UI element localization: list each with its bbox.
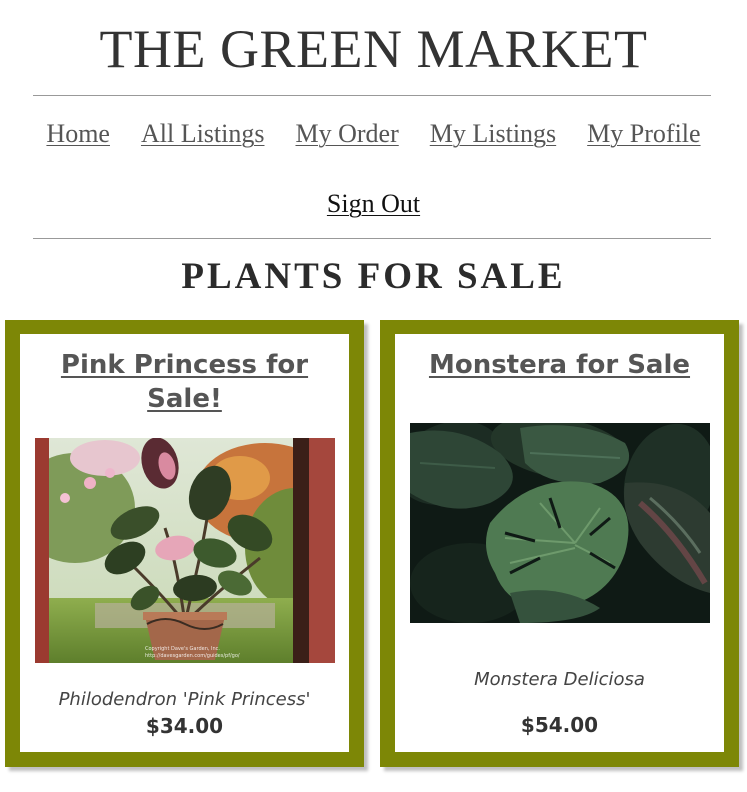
listing-photo-pink-princess[interactable]: Copyright Dave's Garden, Inc. http://dav… xyxy=(35,438,335,663)
nav-row-secondary: Sign Out xyxy=(0,182,747,226)
listing-price: $54.00 xyxy=(520,713,599,737)
listing-scientific-name: Monstera Deliciosa xyxy=(474,669,645,690)
page-heading: PLANTS FOR SALE xyxy=(181,256,566,297)
listing-title-link[interactable]: Monstera for Sale xyxy=(401,348,718,382)
nav-link-my-order[interactable]: My Order xyxy=(295,119,398,149)
listing-card-pink-princess[interactable]: Pink Princess for Sale! Copyright Dave's… xyxy=(5,320,364,767)
listing-card-monstera[interactable]: Monstera for Sale Monstera Deliciosa $54… xyxy=(380,320,739,767)
nav-link-my-listings[interactable]: My Listings xyxy=(430,119,556,149)
header-divider-top xyxy=(33,95,711,96)
listing-scientific-name: Philodendron 'Pink Princess' xyxy=(58,689,311,710)
listing-card-body: Monstera for Sale Monstera Deliciosa $54… xyxy=(395,334,724,752)
listing-price: $34.00 xyxy=(145,714,224,738)
nav-link-my-profile[interactable]: My Profile xyxy=(587,119,700,149)
listing-photo-monstera[interactable] xyxy=(410,423,710,623)
nav-row-primary: Home All Listings My Order My Listings M… xyxy=(0,112,747,156)
nav-link-home[interactable]: Home xyxy=(46,119,110,149)
monstera-photo-image xyxy=(410,423,710,623)
header-divider-bottom xyxy=(33,238,711,239)
pink-princess-photo-image: Copyright Dave's Garden, Inc. http://dav… xyxy=(35,438,335,663)
nav-link-all-listings[interactable]: All Listings xyxy=(141,119,265,149)
site-title: THE GREEN MARKET xyxy=(99,19,648,79)
svg-text:http://davesgarden.com/guides/: http://davesgarden.com/guides/pf/go/ xyxy=(145,653,240,659)
svg-text:Copyright Dave's Garden, Inc.: Copyright Dave's Garden, Inc. xyxy=(145,646,220,652)
listing-title-link[interactable]: Pink Princess for Sale! xyxy=(26,348,343,416)
listing-card-body: Pink Princess for Sale! Copyright Dave's… xyxy=(20,334,349,752)
nav-link-sign-out[interactable]: Sign Out xyxy=(327,189,420,219)
main-nav: Home All Listings My Order My Listings M… xyxy=(0,112,747,226)
